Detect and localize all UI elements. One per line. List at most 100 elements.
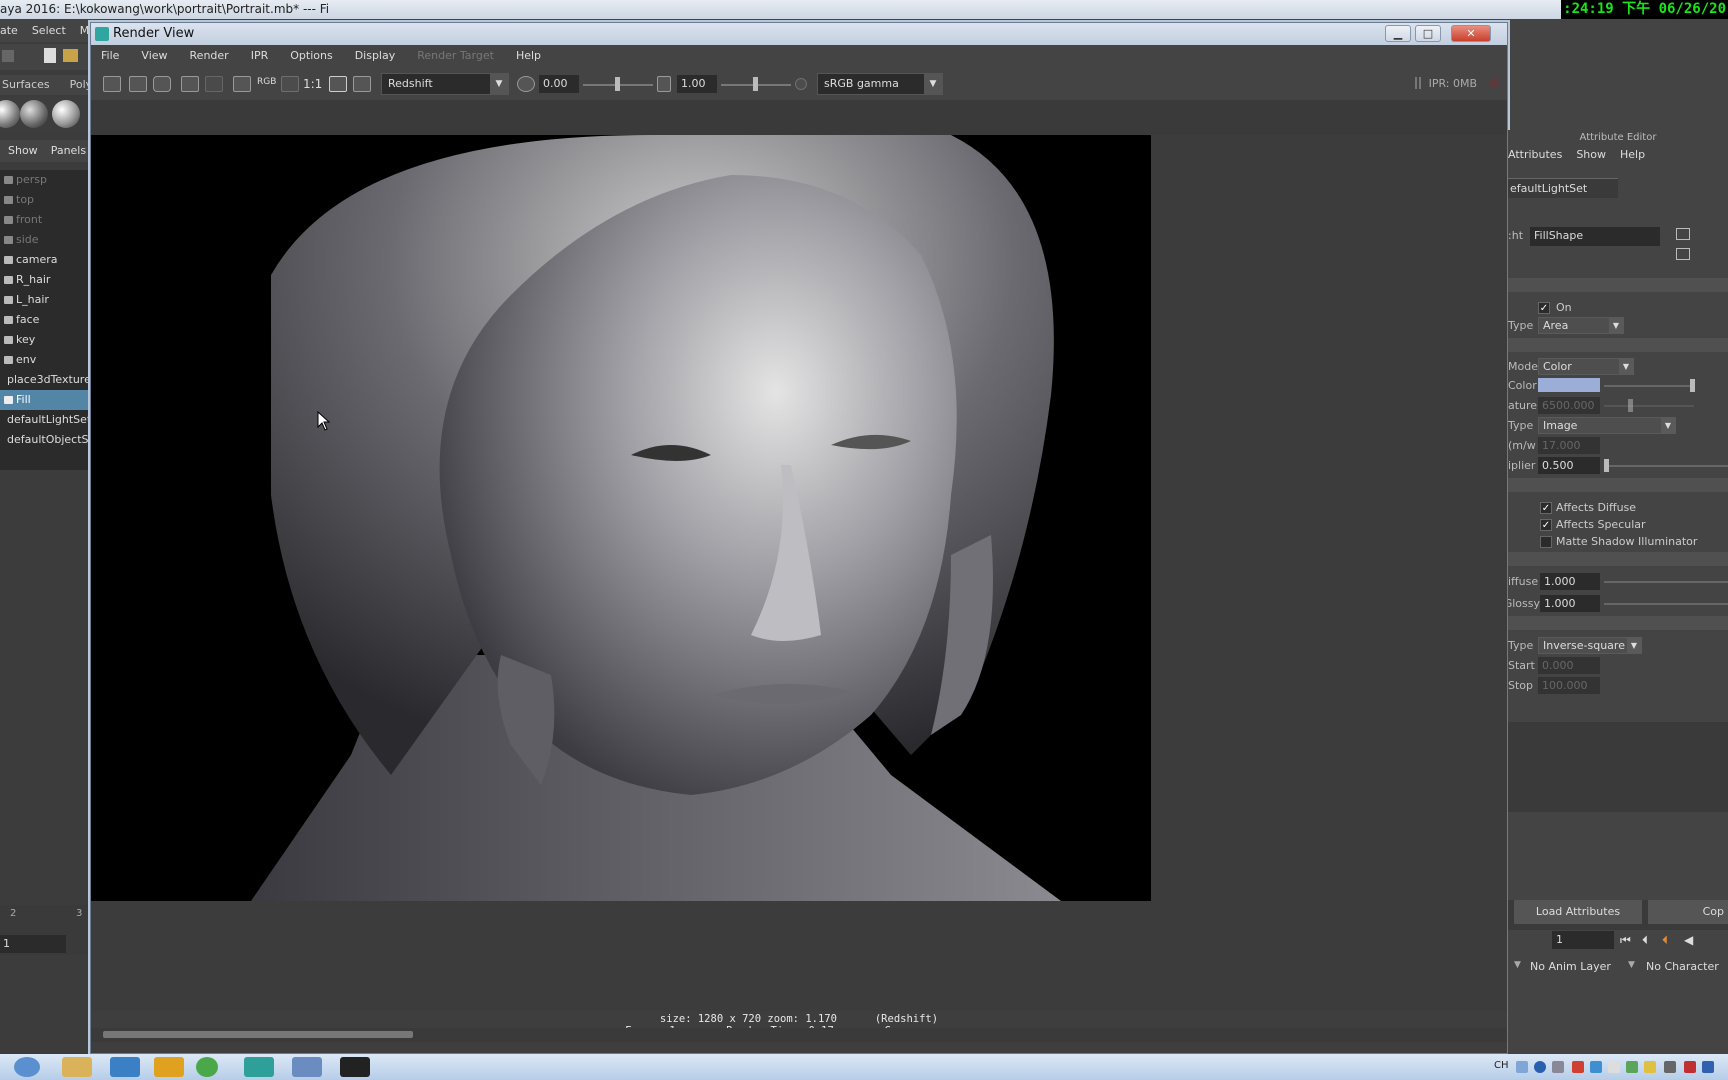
menu-help[interactable]: Help [1620,148,1645,161]
color-swatch[interactable] [1538,378,1600,392]
menu-help[interactable]: Help [516,49,541,62]
window-taskbar-icon[interactable] [292,1057,322,1077]
menu-view[interactable]: View [141,49,167,62]
cinema4d-taskbar-icon[interactable] [340,1057,370,1077]
copy-tab-button[interactable]: Cop [1648,900,1728,924]
dropdown-icon[interactable] [2,50,14,62]
blinn-shader-icon[interactable] [20,100,48,128]
diffuse-field[interactable]: 1.000 [1540,573,1600,590]
previous-key-icon[interactable]: ⏴ [1662,933,1668,948]
anim-layer-dropdown[interactable]: No Anim Layer [1530,958,1624,976]
start-button-icon[interactable] [14,1057,40,1077]
menu-display[interactable]: Display [355,49,396,62]
maya-taskbar-icon[interactable] [244,1057,274,1077]
menu-select[interactable]: Select [32,24,66,37]
tray-app-icon[interactable] [1644,1061,1656,1073]
light-name-field[interactable]: FillShape [1530,227,1660,246]
outliner-item-l-hair[interactable]: L_hair [0,290,88,310]
matte-shadow-checkbox[interactable] [1540,536,1552,548]
gamma-icon[interactable] [657,76,671,92]
gamma-field[interactable]: 1.00 [677,75,717,93]
outliner-item-camera[interactable]: camera [0,250,88,270]
keep-image-icon[interactable] [233,76,251,92]
sphere-shader-icon[interactable] [0,100,20,128]
color-management-icon[interactable] [795,78,807,90]
exposure-slider-handle[interactable] [614,77,620,91]
real-size-button[interactable]: 1:1 [303,77,322,91]
light-type-dropdown[interactable]: Area ▼ [1538,317,1624,334]
start-frame-field[interactable]: 1 [0,935,66,953]
time-slider[interactable]: 2 3 1 [0,905,88,955]
minimize-button[interactable]: ▁ [1385,25,1411,42]
explorer-taskbar-icon[interactable] [62,1057,92,1077]
tray-app-icon[interactable] [1702,1061,1714,1073]
tab-defaultlightset[interactable]: efaultLightSet [1508,178,1618,198]
render-region-icon[interactable] [129,76,147,92]
alpha-channel-icon[interactable] [281,76,299,92]
help-icon[interactable] [1534,1061,1546,1073]
renderer-dropdown[interactable]: Redshift ▼ [381,73,509,95]
menu-show[interactable]: Show [1576,148,1606,161]
outliner-item-key[interactable]: key [0,330,88,350]
app-taskbar-icon[interactable] [154,1057,184,1077]
outliner-item-r-hair[interactable]: R_hair [0,270,88,290]
menu-show[interactable]: Show [8,144,38,157]
keyboard-icon[interactable] [1516,1061,1528,1073]
outliner-item-face[interactable]: face [0,310,88,330]
display-settings-icon[interactable] [353,76,371,92]
multiplier-slider-handle[interactable] [1604,459,1609,472]
menu-ipr[interactable]: IPR [251,49,269,62]
browser-taskbar-icon[interactable] [196,1057,218,1077]
volume-icon[interactable] [1664,1061,1676,1073]
frame-image-icon[interactable] [329,76,347,92]
exposure-field[interactable]: 0.00 [539,75,579,93]
outliner-item-defaultlightset[interactable]: defaultLightSet [0,410,88,430]
glossy-field[interactable]: 1.000 [1540,595,1600,612]
exposure-icon[interactable] [517,76,535,92]
outliner-item-top[interactable]: top [0,190,88,210]
outliner-item-env[interactable]: env [0,350,88,370]
multiplier-slider[interactable] [1604,465,1728,467]
input-language-indicator[interactable]: CH [1494,1060,1509,1071]
area-shape-dropdown[interactable]: Image ▼ [1538,417,1676,434]
scrollbar-thumb[interactable] [103,1031,413,1038]
character-set-dropdown[interactable]: No Character [1646,958,1728,976]
current-frame-field[interactable]: 1 [1552,931,1614,949]
multiplier-field[interactable]: 0.500 [1538,457,1600,474]
gamma-slider-handle[interactable] [752,77,758,91]
glossy-slider[interactable] [1604,603,1728,605]
menu-panels[interactable]: Panels [51,144,86,157]
tray-app-icon[interactable] [1572,1061,1584,1073]
play-backwards-icon[interactable]: ◀ [1684,933,1693,947]
snapshot-icon[interactable] [153,76,171,92]
color-slider-handle[interactable] [1690,379,1695,392]
open-scene-icon[interactable] [63,49,78,62]
colorspace-dropdown[interactable]: sRGB gamma ▼ [817,73,943,95]
maximize-button[interactable]: □ [1415,25,1441,42]
outliner-item-place3dtexture[interactable]: place3dTexture [0,370,88,390]
menu-file[interactable]: File [101,49,119,62]
shelf-tab-surfaces[interactable]: Surfaces [2,78,50,91]
menu-attributes[interactable]: Attributes [1508,148,1562,161]
load-attributes-button[interactable]: Load Attributes [1514,900,1642,924]
network-icon[interactable] [1626,1061,1638,1073]
color-mode-dropdown[interactable]: Color ▼ [1538,358,1634,375]
go-to-start-icon[interactable]: ⏮ [1620,933,1631,948]
outliner-item-front[interactable]: front [0,210,88,230]
ipr-render-icon[interactable] [181,76,199,92]
tray-app-icon[interactable] [1684,1061,1696,1073]
menu-options[interactable]: Options [290,49,332,62]
new-scene-icon[interactable] [44,48,56,63]
render-canvas[interactable]: size: 1280 x 720 zoom: 1.170 (Redshift)F… [91,135,1507,1037]
presets-icon[interactable] [1676,248,1690,260]
outliner-item-side[interactable]: side [0,230,88,250]
redo-render-icon[interactable] [103,76,121,92]
decay-type-dropdown[interactable]: Inverse-square ▼ [1538,637,1642,654]
affects-diffuse-checkbox[interactable]: ✓ [1540,502,1552,514]
tray-arrow-icon[interactable] [1552,1061,1564,1073]
menu-render[interactable]: Render [190,49,229,62]
outliner-item-defaultobjectset[interactable]: defaultObjectSet [0,430,88,450]
tray-app-icon[interactable] [1608,1061,1620,1073]
color-slider[interactable] [1604,385,1694,387]
close-button[interactable]: ✕ [1451,25,1491,42]
